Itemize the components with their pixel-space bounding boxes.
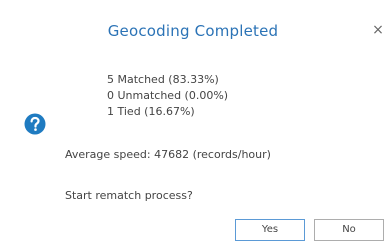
yes-button[interactable]: Yes bbox=[235, 219, 305, 241]
tied-count: 1 Tied (16.67%) bbox=[107, 105, 195, 118]
rematch-prompt: Start rematch process? bbox=[65, 189, 193, 202]
close-icon[interactable]: × bbox=[372, 22, 384, 38]
matched-count: 5 Matched (83.33%) bbox=[107, 73, 219, 86]
dialog-title: Geocoding Completed bbox=[107, 22, 279, 40]
no-button[interactable]: No bbox=[314, 219, 384, 241]
result-stats: 5 Matched (83.33%) 0 Unmatched (0.00%) 1… bbox=[107, 72, 228, 120]
unmatched-count: 0 Unmatched (0.00%) bbox=[107, 89, 229, 102]
average-speed: Average speed: 47682 (records/hour) bbox=[65, 148, 271, 161]
question-icon bbox=[24, 113, 46, 135]
geocoding-dialog: Geocoding Completed × 5 Matched (83.33%)… bbox=[0, 0, 386, 249]
